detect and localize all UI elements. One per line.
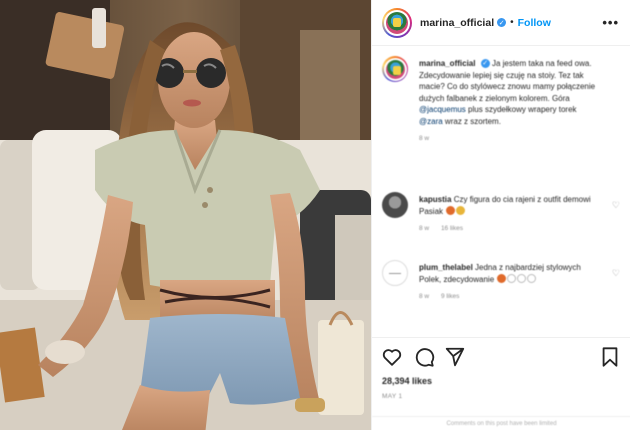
comment-username[interactable]: kapustia bbox=[419, 195, 451, 204]
avatar-inner bbox=[384, 9, 410, 36]
comment-heart-icon[interactable]: ♡ bbox=[612, 268, 620, 279]
emoji-icon bbox=[497, 273, 507, 283]
post-panel: marina_official ✓ • Follow ••• marina_of… bbox=[371, 0, 630, 430]
post-header: marina_official ✓ • Follow ••• bbox=[372, 0, 630, 46]
comment-avatar[interactable] bbox=[382, 260, 408, 286]
avatar-image bbox=[386, 11, 408, 34]
emoji-icon bbox=[507, 273, 517, 283]
comment-text: plum_thelabel Jedna z najbardziej stylow… bbox=[419, 262, 599, 303]
avatar[interactable] bbox=[382, 7, 412, 38]
comment-likes[interactable]: 16 likes bbox=[441, 225, 463, 232]
comment-avatar[interactable] bbox=[382, 192, 408, 218]
post-photo[interactable] bbox=[0, 0, 371, 430]
caption-text: marina_official ✓ Ja jestem taka na feed… bbox=[419, 58, 599, 145]
comment-meta: 8 w 9 likes bbox=[419, 291, 599, 303]
caption-mention-2[interactable]: @zara bbox=[419, 117, 443, 126]
caption-avatar-inner bbox=[383, 57, 407, 81]
comment-time[interactable]: 8 w bbox=[419, 225, 429, 232]
comment-username[interactable]: plum_thelabel bbox=[419, 263, 473, 272]
comment-time[interactable]: 8 w bbox=[419, 293, 429, 300]
emoji-icon bbox=[527, 273, 537, 283]
caption-meta: 8 w bbox=[419, 133, 599, 145]
caption-time[interactable]: 8 w bbox=[419, 135, 429, 142]
emoji-icon bbox=[517, 273, 527, 283]
bookmark-icon[interactable] bbox=[599, 346, 621, 368]
heart-icon[interactable] bbox=[381, 346, 403, 368]
caption-text-part-3: wraz z szortem. bbox=[444, 116, 501, 126]
caption-mention-1[interactable]: @jacquemus bbox=[419, 105, 466, 114]
post-actions: 28,394 likes MAY 1 Comments on this post… bbox=[372, 337, 630, 430]
comment-text: kapustia Czy figura do cia rajeni z outf… bbox=[419, 194, 599, 235]
emoji-icon bbox=[456, 205, 466, 215]
caption-username[interactable]: marina_official bbox=[419, 59, 475, 68]
comment-bubble-icon[interactable] bbox=[413, 346, 435, 368]
dot-separator: • bbox=[510, 17, 514, 28]
caption-verified-badge-icon: ✓ bbox=[480, 59, 490, 69]
more-options-icon[interactable]: ••• bbox=[602, 15, 619, 30]
post-time[interactable]: MAY 1 bbox=[382, 393, 402, 400]
follow-button[interactable]: Follow bbox=[518, 17, 551, 29]
caption-avatar[interactable] bbox=[382, 56, 408, 82]
caption-text-part-2: plus szydełkowy wrapery torek bbox=[468, 105, 577, 114]
verified-badge-icon: ✓ bbox=[497, 18, 507, 27]
comment-limited-notice: Comments on this post have been limited bbox=[372, 416, 630, 430]
comments-list[interactable]: marina_official ✓ Ja jestem taka na feed… bbox=[372, 47, 630, 337]
comment-meta: 8 w 16 likes bbox=[419, 223, 599, 235]
caption-avatar-image bbox=[385, 59, 405, 79]
comment-heart-icon[interactable]: ♡ bbox=[612, 200, 620, 211]
comment-avatar-logo bbox=[389, 273, 401, 274]
likes-count[interactable]: 28,394 likes bbox=[382, 376, 432, 386]
comment-likes[interactable]: 9 likes bbox=[441, 293, 459, 300]
emoji-icon bbox=[446, 205, 456, 215]
header-username[interactable]: marina_official bbox=[420, 17, 494, 29]
post-photo-illustration bbox=[0, 0, 371, 430]
paper-plane-icon[interactable] bbox=[444, 346, 466, 368]
